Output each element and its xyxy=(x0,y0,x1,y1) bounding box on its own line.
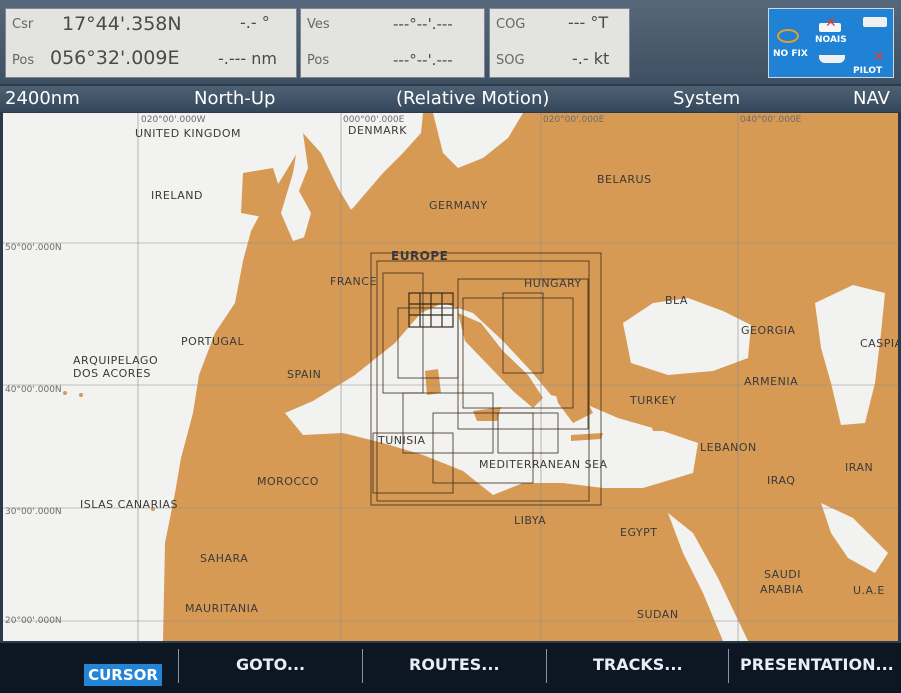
red-sea xyxy=(668,513,748,641)
range-readout[interactable]: 2400nm xyxy=(5,88,80,109)
chart-status-bar: 2400nm North-Up (Relative Motion) System… xyxy=(0,86,901,112)
noais-cross-icon: ✕ xyxy=(825,15,837,31)
boat-icon xyxy=(819,55,845,63)
pilot-icon xyxy=(863,17,887,27)
map-label: DENMARK xyxy=(348,124,408,137)
grid-label: 020°00'.000W xyxy=(141,115,206,125)
softkey-divider xyxy=(728,649,729,683)
noais-label: NOAIS xyxy=(815,35,847,45)
routes-button[interactable]: ROUTES... xyxy=(409,655,500,674)
map-label: EGYPT xyxy=(620,526,658,539)
map-label: IRAN xyxy=(845,461,874,474)
mode-readout[interactable]: NAV xyxy=(853,88,890,109)
canary-island xyxy=(178,518,184,524)
map-label: GEORGIA xyxy=(741,324,796,337)
map-label: TUNISIA xyxy=(378,434,426,447)
pilot-cross-icon: ✕ xyxy=(873,49,885,65)
black-sea xyxy=(623,298,751,375)
map-label: ARMENIA xyxy=(744,375,799,388)
map-label: UNITED KINGDOM xyxy=(135,127,241,140)
map-label: IRELAND xyxy=(151,189,203,202)
map-label: TURKEY xyxy=(630,394,677,407)
persian-gulf xyxy=(821,503,888,573)
cog-value: --- °T xyxy=(568,13,609,32)
map-label: U.A.E xyxy=(853,584,885,597)
map-label: BELARUS xyxy=(597,173,652,186)
grid-label: 40°00'.000N xyxy=(5,385,62,395)
softkey-divider xyxy=(362,649,363,683)
softkey-bar: CURSOR GOTO... ROUTES... TRACKS... PRESE… xyxy=(0,643,901,693)
top-data-bar: Csr 17°44'.358N -.- ° Pos 056°32'.009E -… xyxy=(0,0,901,84)
map-label: IRAQ xyxy=(767,474,796,487)
nofix-label: NO FIX xyxy=(773,49,808,59)
grid-label: 040°00'.000E xyxy=(740,115,802,125)
map-label: SAUDI xyxy=(764,568,801,581)
grid-label: 50°00'.000N xyxy=(5,243,62,253)
map-label: DOS ACORES xyxy=(73,367,151,380)
ves-pos-label: Pos xyxy=(307,53,330,68)
map-label: LIBYA xyxy=(514,514,547,527)
baltic-sea xyxy=(433,113,523,168)
map-label: MAURITANIA xyxy=(185,602,259,615)
system-readout[interactable]: System xyxy=(673,88,740,109)
position-panel: Csr 17°44'.358N -.- ° Pos 056°32'.009E -… xyxy=(5,8,297,78)
softkey-divider xyxy=(546,649,547,683)
grid-label: 30°00'.000N xyxy=(5,507,62,517)
cursor-button[interactable]: CURSOR xyxy=(84,664,162,686)
map-label: SUDAN xyxy=(637,608,679,621)
map-label: ISLAS CANARIAS xyxy=(80,498,178,511)
map-label: BLA xyxy=(665,294,688,307)
map-label: MEDITERRANEAN SEA xyxy=(479,458,608,471)
presentation-button[interactable]: PRESENTATION... xyxy=(740,655,894,674)
ireland xyxy=(241,168,281,218)
softkey-divider xyxy=(178,649,179,683)
map-label: SPAIN xyxy=(287,368,322,381)
ves-value: ---°--'.--- xyxy=(393,15,453,33)
csr-label: Csr xyxy=(12,17,34,32)
ves-label: Ves xyxy=(307,17,330,32)
ves-pos-value: ---°--'.--- xyxy=(393,51,453,69)
map-label: MOROCCO xyxy=(257,475,319,488)
sensor-status-box[interactable]: NO FIX ✕ NOAIS ✕ PILOT xyxy=(768,8,894,78)
course-panel: COG --- °T SOG -.- kt xyxy=(489,8,630,78)
map-label: CASPIA xyxy=(860,337,898,350)
map-label: SAHARA xyxy=(200,552,249,565)
motion-readout[interactable]: (Relative Motion) xyxy=(396,88,549,109)
map-label: ARQUIPELAGO xyxy=(73,354,159,367)
map-label: ARABIA xyxy=(760,583,804,596)
pos-value: 056°32'.009E xyxy=(50,47,180,69)
orientation-readout[interactable]: North-Up xyxy=(194,88,275,109)
csr-extra: -.- ° xyxy=(240,13,270,32)
csr-value: 17°44'.358N xyxy=(62,13,182,35)
map-label: EUROPE xyxy=(391,249,449,263)
pos-label: Pos xyxy=(12,53,35,68)
cog-label: COG xyxy=(496,17,526,32)
pos-extra: -.--- nm xyxy=(218,49,277,68)
map-label: LEBANON xyxy=(700,441,757,454)
grid-label: 020°00'.000E xyxy=(543,115,605,125)
sog-label: SOG xyxy=(496,53,525,68)
cyprus xyxy=(651,423,675,431)
tracks-button[interactable]: TRACKS... xyxy=(593,655,683,674)
gps-icon xyxy=(777,29,799,43)
sog-value: -.- kt xyxy=(572,49,610,68)
map-label: HUNGARY xyxy=(524,277,582,290)
goto-button[interactable]: GOTO... xyxy=(236,655,305,674)
map-label: FRANCE xyxy=(330,275,377,288)
grid-label: 20°00'.000N xyxy=(5,616,62,626)
chart-map[interactable]: 020°00'.000W 000°00'.000E 020°00'.000E 0… xyxy=(3,113,898,641)
caspian-sea xyxy=(815,285,885,425)
azores-island xyxy=(63,391,67,395)
map-label: PORTUGAL xyxy=(181,335,245,348)
vessel-panel: Ves ---°--'.--- Pos ---°--'.--- xyxy=(300,8,485,78)
azores-island xyxy=(79,393,83,397)
map-label: GERMANY xyxy=(429,199,488,212)
pilot-label: PILOT xyxy=(853,66,883,76)
